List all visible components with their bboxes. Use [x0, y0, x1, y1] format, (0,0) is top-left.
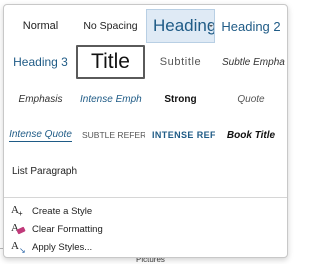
styles-gallery-panel: Normal No Spacing Heading Heading 2 Head… [3, 4, 288, 258]
style-subtle-emphasis[interactable]: Subtle Empha [216, 45, 286, 79]
style-heading-2[interactable]: Heading 2 [216, 9, 286, 43]
clear-formatting-label: Clear Formatting [32, 223, 103, 235]
apply-styles-menu-item[interactable]: A ↘ Apply Styles... [10, 239, 280, 255]
apply-styles-label: Apply Styles... [32, 241, 93, 253]
clear-formatting-menu-item[interactable]: A Clear Formatting [10, 221, 280, 237]
create-style-label: Create a Style [32, 205, 93, 217]
style-emphasis[interactable]: Emphasis [6, 82, 75, 116]
style-intense-reference[interactable]: Intense Refer [146, 118, 215, 152]
styles-row: Emphasis Intense Emph Strong Quote [4, 82, 287, 116]
styles-row: Normal No Spacing Heading Heading 2 [4, 9, 287, 43]
styles-row: Heading 3 Title Subtitle Subtle Empha [4, 45, 287, 79]
styles-row: Intense Quote Subtle Referen Intense Ref… [4, 118, 287, 152]
style-normal[interactable]: Normal [6, 9, 75, 43]
style-no-spacing[interactable]: No Spacing [76, 9, 145, 43]
style-heading-1-label: Heading [153, 16, 215, 35]
style-intense-quote[interactable]: Intense Quote [6, 118, 75, 152]
style-intense-emphasis[interactable]: Intense Emph [76, 82, 145, 116]
style-subtle-reference[interactable]: Subtle Referen [76, 118, 145, 152]
dropdown-arrow-icon [209, 25, 213, 27]
style-quote[interactable]: Quote [216, 82, 286, 116]
style-strong[interactable]: Strong [146, 82, 215, 116]
create-style-icon: A + [11, 204, 23, 218]
style-book-title[interactable]: Book Title [216, 118, 286, 152]
styles-row: List Paragraph [4, 154, 287, 188]
apply-styles-icon: A ↘ [11, 240, 26, 255]
menu-divider [4, 197, 287, 198]
style-list-paragraph[interactable]: List Paragraph [6, 154, 106, 188]
create-style-menu-item[interactable]: A + Create a Style [10, 203, 280, 219]
style-title[interactable]: Title [76, 45, 145, 79]
style-subtitle[interactable]: Subtitle [146, 45, 215, 79]
clear-formatting-icon: A [10, 222, 26, 236]
style-heading-3[interactable]: Heading 3 [6, 45, 75, 79]
style-intense-quote-label: Intense Quote [9, 128, 72, 142]
style-heading-1[interactable]: Heading [146, 9, 215, 43]
